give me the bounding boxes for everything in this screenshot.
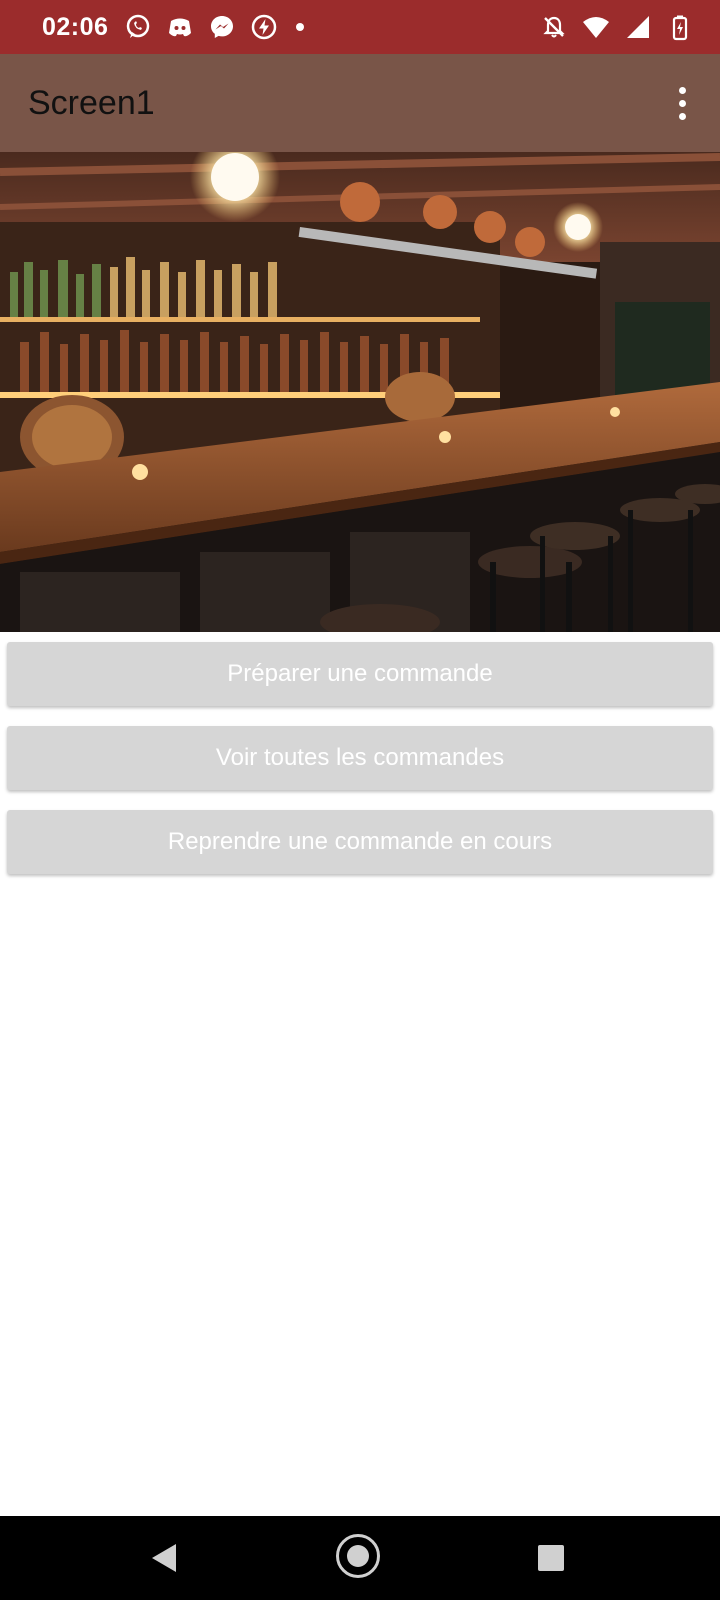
hero-image [0,152,720,632]
navigation-bar [0,1516,720,1600]
bar-interior-photo [0,152,720,632]
prepare-order-button[interactable]: Préparer une commande [7,642,713,706]
status-bar: 02:06 [0,0,720,54]
app-title: Screen1 [28,83,155,122]
status-right-icons [540,13,694,41]
wifi-icon [583,17,609,38]
messenger-icon [211,16,234,38]
recents-icon[interactable] [538,1545,564,1571]
resume-order-button[interactable]: Reprendre une commande en cours [7,810,713,874]
signal-icon [627,16,649,38]
battery-charging-icon [672,15,688,41]
home-icon[interactable] [336,1534,380,1578]
whatsapp-icon [127,14,150,38]
more-vert-icon[interactable] [662,75,702,131]
notifications-off-icon [543,16,565,38]
view-all-orders-button[interactable]: Voir toutes les commandes [7,726,713,790]
discord-icon [169,18,192,37]
notification-dot [296,23,305,31]
flash-icon [252,14,277,40]
status-time: 02:06 [42,12,109,41]
back-icon[interactable] [152,1544,176,1572]
status-left-icons [124,13,305,41]
app-bar: Screen1 [0,54,720,152]
